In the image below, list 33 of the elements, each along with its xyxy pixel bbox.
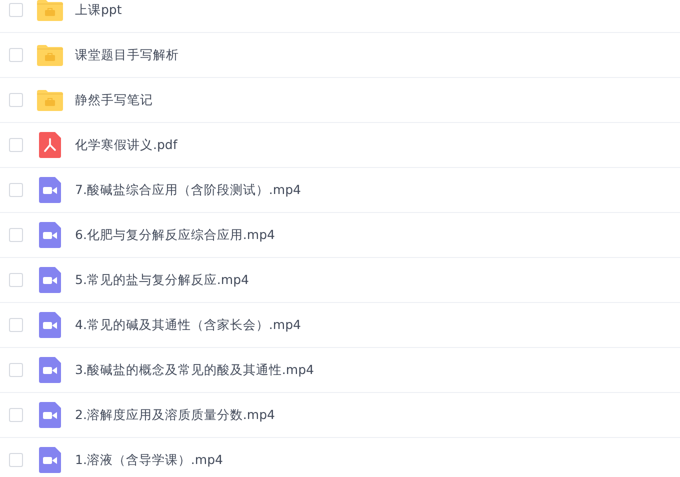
file-name[interactable]: 2.溶解度应用及溶质质量分数.mp4 [75,406,275,424]
file-name[interactable]: 7.酸碱盐综合应用（含阶段测试）.mp4 [75,182,301,198]
video-file-icon [39,402,61,428]
file-name[interactable]: 1.溶液（含导学课）.mp4 [75,452,223,468]
file-name[interactable]: 3.酸碱盐的概念及常见的酸及其通性.mp4 [75,362,314,378]
checkbox[interactable] [9,273,23,287]
video-file-icon [39,177,61,203]
video-file-icon [39,222,61,248]
checkbox[interactable] [9,93,23,107]
file-name[interactable]: 化学寒假讲义.pdf [75,136,178,154]
checkbox[interactable] [9,228,23,242]
folder-icon [37,90,63,110]
video-file-icon [39,312,61,338]
file-name[interactable]: 4.常见的碱及其通性（含家长会）.mp4 [75,316,301,334]
checkbox[interactable] [9,408,23,422]
pdf-icon [39,132,61,158]
checkbox[interactable] [9,363,23,377]
checkbox[interactable] [9,138,23,152]
checkbox[interactable] [9,453,23,467]
video-file-icon [39,357,61,383]
file-name[interactable]: 5.常见的盐与复分解反应.mp4 [75,272,249,288]
checkbox[interactable] [9,3,23,17]
file-name[interactable]: 上课ppt [75,2,122,18]
file-name[interactable]: 课堂题目手写解析 [75,46,179,64]
folder-icon [37,0,63,20]
checkbox[interactable] [9,48,23,62]
file-name[interactable]: 静然手写笔记 [75,92,153,108]
folder-icon [37,44,63,66]
checkbox[interactable] [9,318,23,332]
file-name[interactable]: 6.化肥与复分解反应综合应用.mp4 [75,226,275,244]
video-file-icon [39,447,61,473]
video-file-icon [39,267,61,293]
checkbox[interactable] [9,183,23,197]
